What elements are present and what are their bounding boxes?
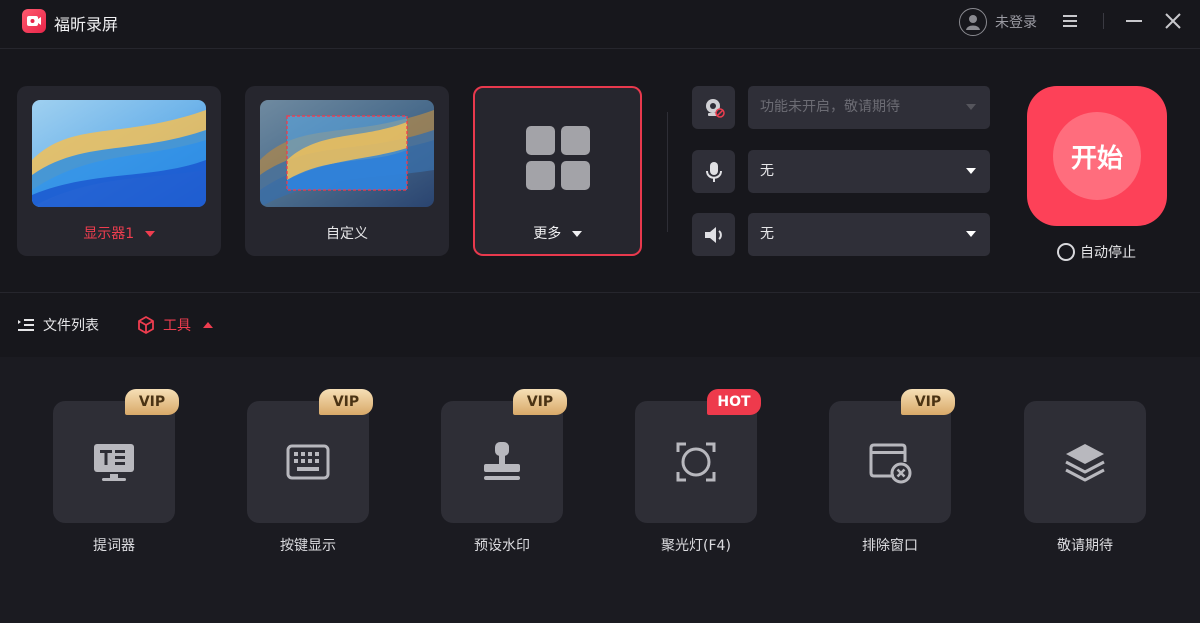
tool-key-display-label: 按键显示: [280, 538, 336, 554]
tool-watermark[interactable]: [441, 401, 563, 523]
tool-spotlight-label: 聚光灯(F4): [661, 538, 731, 554]
tool-watermark-label: 预设水印: [474, 538, 530, 554]
vip-badge: VIP: [901, 389, 955, 415]
section-divider-horizontal: [0, 292, 1200, 293]
source-monitor-card[interactable]: 显示器1: [17, 86, 221, 256]
tool-key-display[interactable]: [247, 401, 369, 523]
custom-region-thumbnail: [260, 100, 434, 207]
chevron-down-icon: [966, 231, 976, 237]
tab-tools[interactable]: 工具: [136, 314, 213, 336]
auto-stop-option[interactable]: 自动停止: [1057, 242, 1136, 262]
menu-icon[interactable]: [1060, 10, 1080, 32]
chevron-down-icon: [144, 231, 155, 237]
start-button-label: 开始: [1053, 112, 1141, 200]
tools-panel: [0, 357, 1200, 623]
source-more-label: 更多: [475, 223, 640, 243]
close-icon[interactable]: [1162, 10, 1184, 32]
auto-stop-label: 自动停止: [1080, 245, 1136, 261]
camera-off-icon[interactable]: [692, 86, 735, 129]
hot-badge: HOT: [707, 389, 761, 415]
layers-icon: [1065, 444, 1105, 482]
user-avatar-icon[interactable]: [959, 8, 987, 36]
teleprompter-icon: [94, 444, 134, 481]
tab-tools-label: 工具: [163, 318, 191, 334]
tool-spotlight[interactable]: [635, 401, 757, 523]
tool-exclude-window[interactable]: [829, 401, 951, 523]
tab-file-list-label: 文件列表: [43, 318, 99, 334]
chevron-up-icon: [203, 322, 213, 328]
chevron-down-icon: [966, 104, 976, 110]
file-list-icon: [18, 319, 34, 331]
speaker-icon[interactable]: [692, 213, 735, 256]
radio-icon[interactable]: [1057, 243, 1075, 261]
vip-badge: VIP: [513, 389, 567, 415]
spotlight-icon: [676, 442, 716, 482]
tool-exclude-window-label: 排除窗口: [862, 538, 918, 554]
tool-teleprompter[interactable]: [53, 401, 175, 523]
tool-teleprompter-label: 提词器: [93, 538, 135, 554]
chevron-down-icon: [571, 231, 582, 237]
cube-icon: [138, 316, 154, 334]
source-monitor-label: 显示器1: [17, 223, 221, 243]
app-title: 福昕录屏: [54, 15, 119, 34]
camera-select: 功能未开启，敬请期待: [748, 86, 990, 129]
tab-file-list[interactable]: 文件列表: [17, 314, 99, 336]
source-custom-card[interactable]: 自定义: [245, 86, 449, 256]
vip-badge: VIP: [319, 389, 373, 415]
stamp-icon: [484, 442, 520, 480]
titlebar-divider: [1103, 13, 1104, 29]
title-bar: 福昕录屏 未登录: [0, 0, 1200, 44]
microphone-select[interactable]: 无: [748, 150, 990, 193]
source-more-card[interactable]: 更多: [473, 86, 642, 256]
start-button[interactable]: 开始: [1027, 86, 1167, 226]
tool-coming-soon[interactable]: [1024, 401, 1146, 523]
app-logo-icon: [22, 9, 46, 33]
chevron-down-icon: [966, 168, 976, 174]
exclude-window-icon: [869, 443, 912, 484]
vip-badge: VIP: [125, 389, 179, 415]
monitor-thumbnail: [32, 100, 206, 207]
keyboard-icon: [286, 444, 330, 480]
section-divider: [667, 112, 668, 232]
grid-icon: [526, 126, 590, 190]
login-status[interactable]: 未登录: [995, 12, 1037, 32]
header-divider: [0, 48, 1200, 49]
microphone-icon[interactable]: [692, 150, 735, 193]
speaker-select[interactable]: 无: [748, 213, 990, 256]
tool-coming-soon-label: 敬请期待: [1057, 538, 1113, 554]
minimize-icon[interactable]: [1124, 10, 1144, 32]
source-custom-label: 自定义: [326, 226, 368, 242]
